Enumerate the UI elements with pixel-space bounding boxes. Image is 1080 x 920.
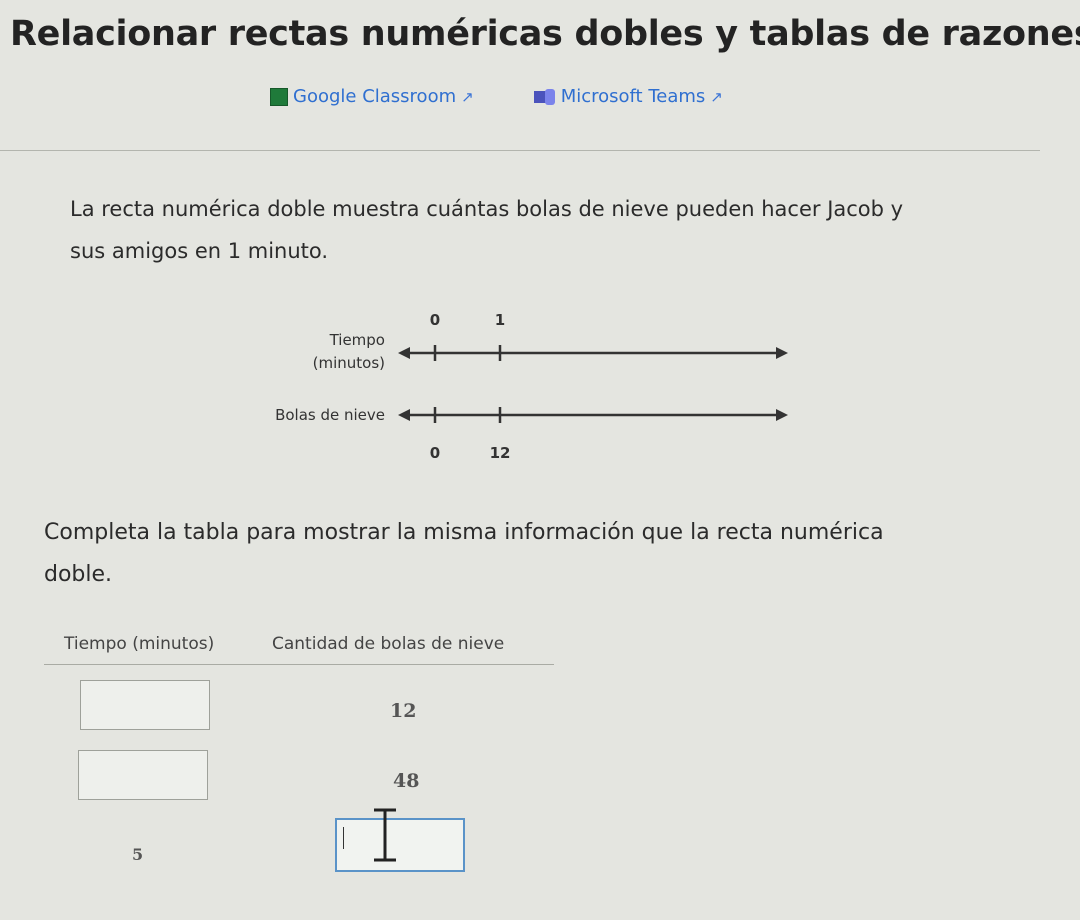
table-header-bolas: Cantidad de bolas de nieve	[272, 634, 505, 654]
bottom-number-line	[398, 407, 788, 423]
bottom-tick-label-1: 12	[490, 444, 511, 462]
bottom-line-label: Bolas de nieve	[275, 406, 385, 424]
tiempo-value-row-3: 5	[132, 845, 144, 864]
table-instruction: Completa la tabla para mostrar la misma …	[44, 520, 884, 587]
top-number-line	[398, 345, 788, 361]
google-classroom-label: Google Classroom	[293, 86, 457, 107]
bottom-tick-label-0: 0	[430, 444, 440, 462]
top-line-label-2: (minutos)	[313, 354, 385, 372]
header-divider	[0, 150, 1040, 151]
google-classroom-link[interactable]: Google Classroom ↗	[270, 86, 474, 107]
google-classroom-icon	[270, 87, 288, 106]
microsoft-teams-link[interactable]: Microsoft Teams ↗	[533, 86, 723, 107]
double-number-line: 0 1 Tiempo (minutos) Bolas de nieve 0 12	[275, 311, 788, 462]
page-title: Relacionar rectas numéricas dobles y tab…	[10, 14, 1080, 54]
bolas-value-row-1: 12	[390, 700, 417, 722]
table-header-tiempo: Tiempo (minutos)	[64, 634, 215, 654]
external-link-icon: ↗	[710, 87, 723, 106]
top-tick-label-1: 1	[495, 311, 505, 329]
bolas-input-row-3[interactable]	[335, 818, 465, 872]
text-caret	[343, 827, 344, 849]
problem-prompt: La recta numérica doble muestra cuántas …	[70, 197, 904, 263]
tiempo-input-row-2[interactable]	[78, 750, 208, 800]
microsoft-teams-label: Microsoft Teams	[560, 86, 706, 107]
microsoft-teams-icon	[533, 88, 556, 105]
bolas-value-row-2: 48	[393, 770, 420, 792]
top-tick-label-0: 0	[430, 311, 440, 329]
external-link-icon: ↗	[461, 87, 474, 106]
top-line-label-1: Tiempo	[329, 331, 385, 349]
table-header-rule	[44, 664, 554, 665]
tiempo-input-row-1[interactable]	[80, 680, 210, 730]
text-cursor-icon	[374, 808, 396, 862]
share-row: Google Classroom ↗ Microsoft Teams ↗	[270, 86, 723, 107]
